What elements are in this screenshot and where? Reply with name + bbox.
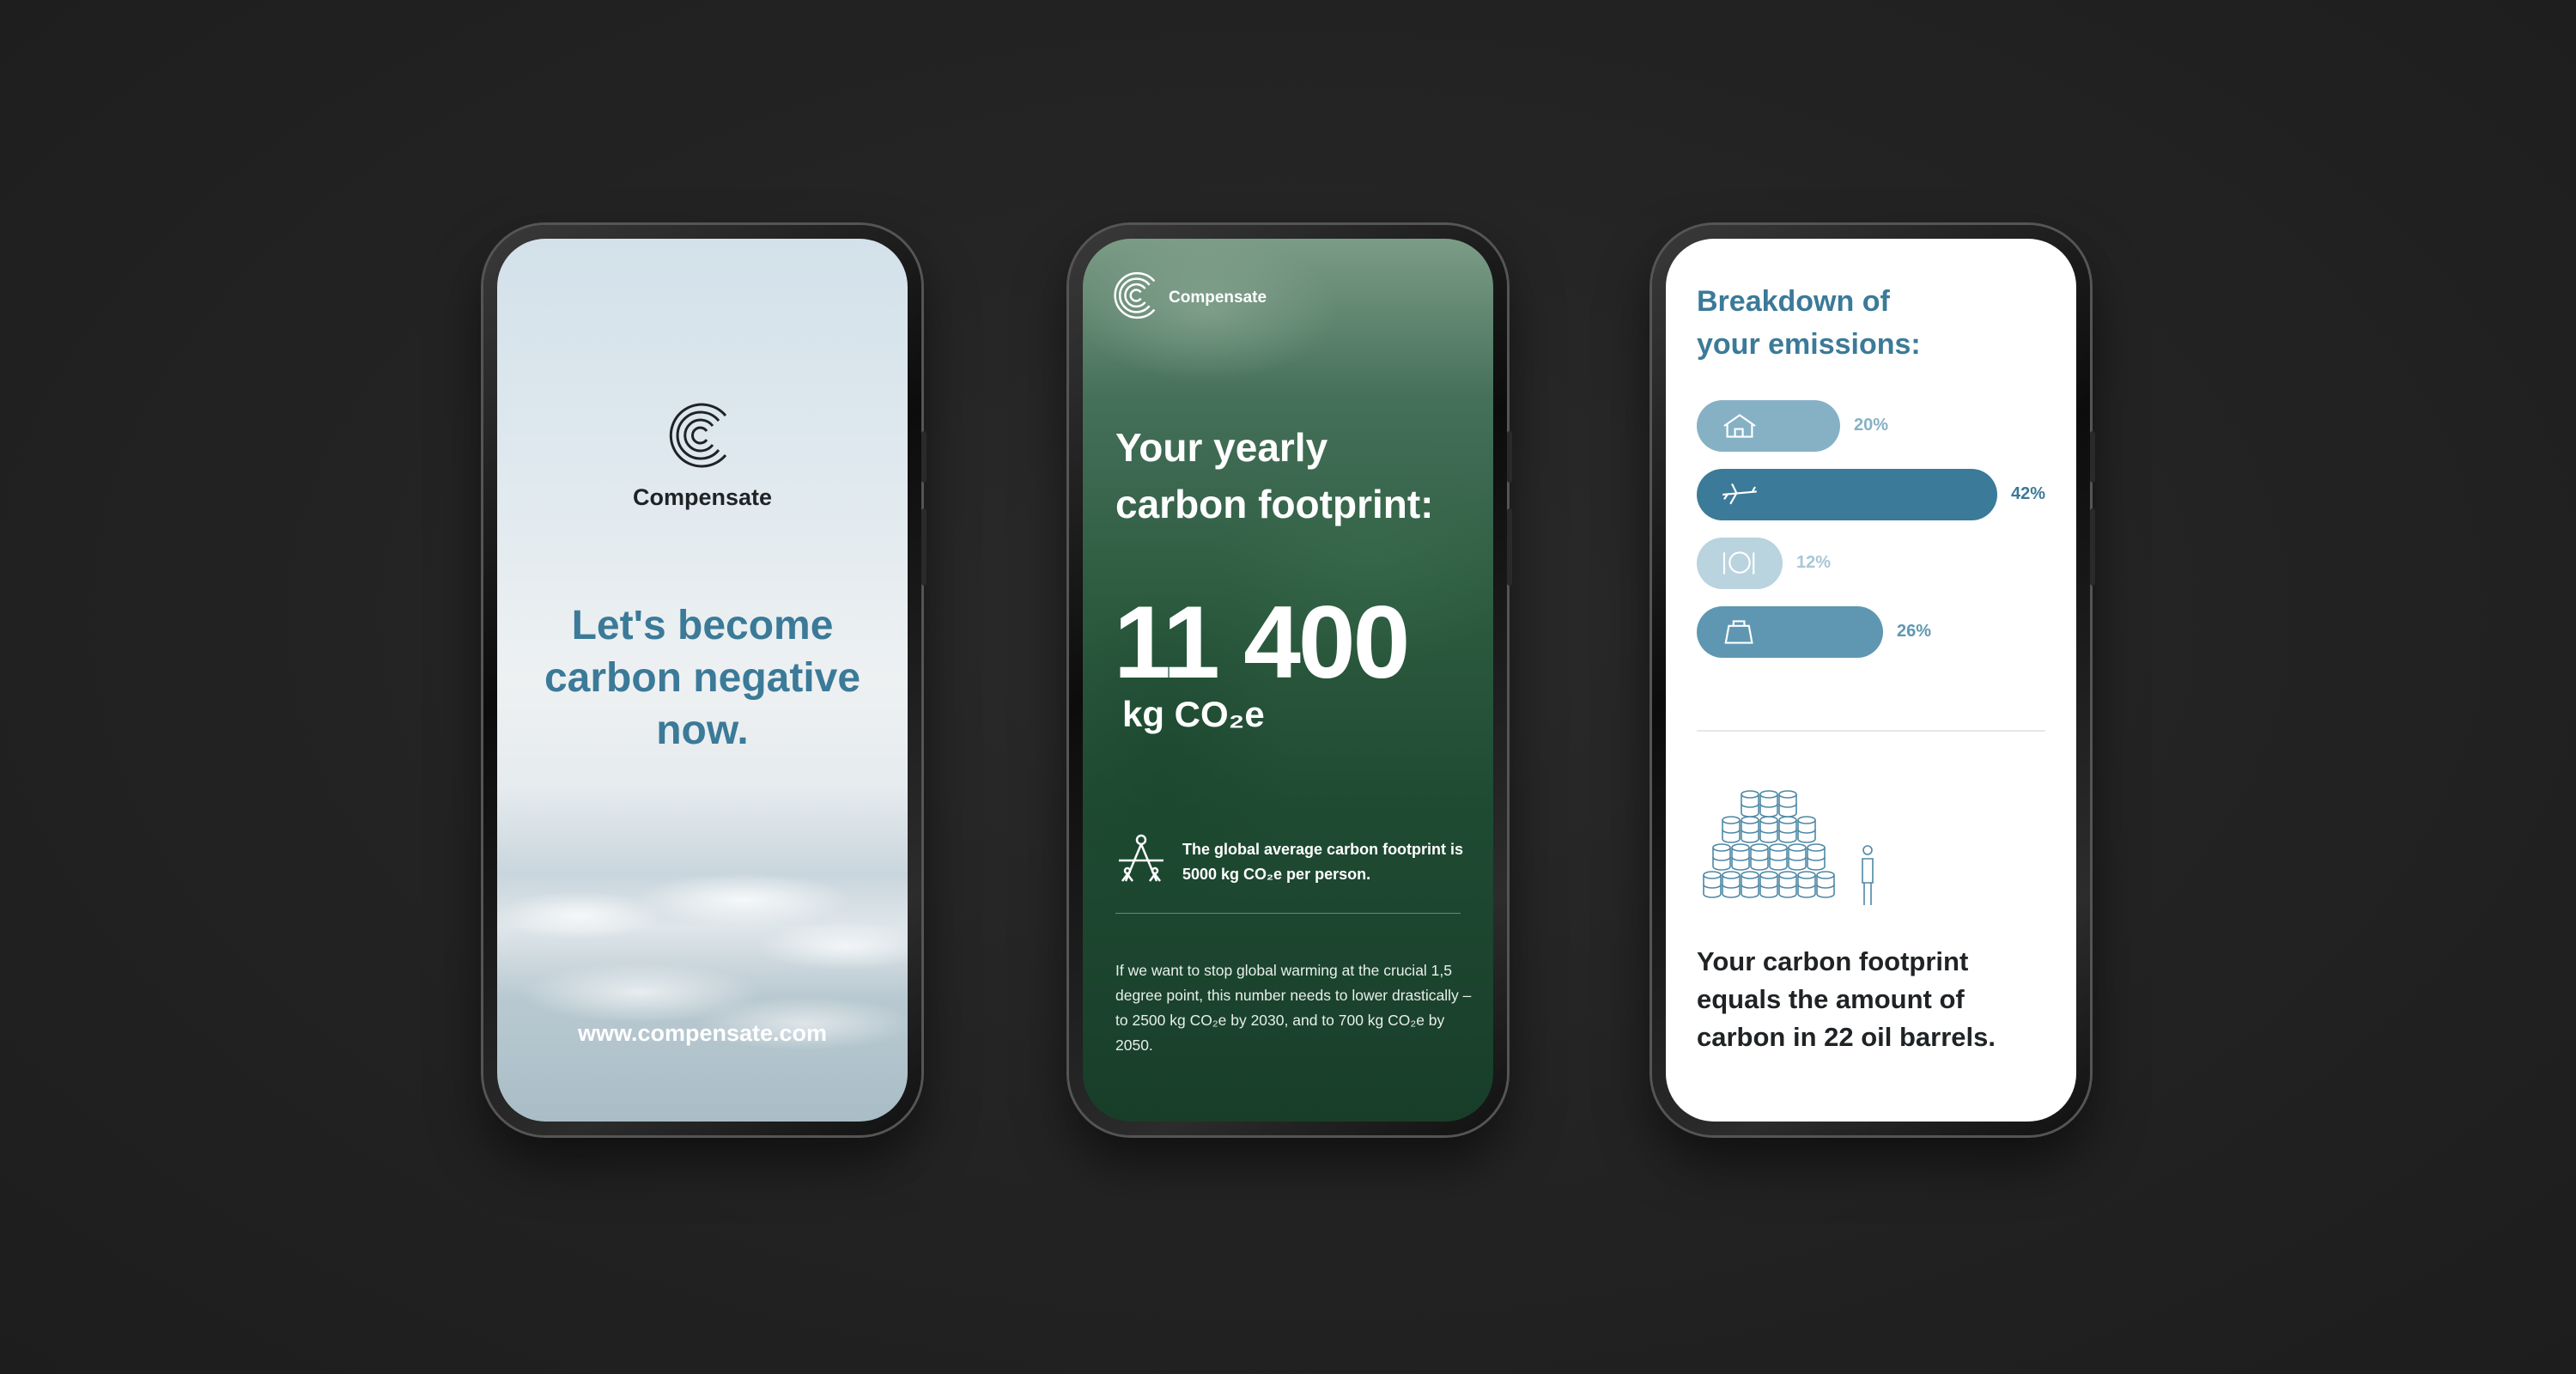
person-icon: [1862, 845, 1874, 905]
phone-mockup-welcome: Compensate Let's become carbon negative …: [483, 225, 927, 1135]
emission-percent-label: 20%: [1854, 416, 1889, 435]
oil-barrels-icon: [1703, 790, 1874, 905]
emission-percent-label: 26%: [1897, 622, 1932, 641]
emission-bar-row: 12%: [1697, 538, 2075, 589]
emission-bar: [1697, 538, 1783, 589]
emission-bar: [1697, 400, 1840, 452]
side-button: [2090, 431, 2095, 483]
divider: [1697, 730, 2045, 732]
side-button: [2090, 508, 2095, 586]
footprint-amount: 11 400: [1114, 585, 1410, 700]
side-button: [1507, 431, 1512, 483]
breakdown-title-line: Breakdown of: [1697, 285, 1890, 318]
emission-bar-row: 20%: [1697, 400, 2075, 452]
headline: Let's become carbon negative now.: [544, 603, 861, 753]
emission-percent-label: 42%: [2011, 484, 2046, 503]
compass-people-icon: [1119, 834, 1163, 882]
emission-bar-row: 42%: [1697, 469, 2075, 520]
breakdown-title: Breakdown of your emissions:: [1697, 280, 1921, 366]
airplane-icon: [1722, 483, 1757, 505]
footprint-screen: Compensate Your yearly carbon footprint:…: [1083, 239, 1493, 1122]
emission-bar: [1697, 469, 1997, 520]
barrels-summary: Your carbon footprint equals the amount …: [1697, 946, 1996, 1052]
website-link[interactable]: www.compensate.com: [497, 1020, 908, 1047]
emission-bar-row: 26%: [1697, 606, 2075, 658]
footprint-title-line: Your yearly: [1115, 425, 1328, 470]
compensate-logo-icon: [669, 403, 727, 468]
house-icon: [1723, 414, 1756, 438]
welcome-screen: Compensate Let's become carbon negative …: [497, 239, 908, 1122]
footprint-title-line: carbon footprint:: [1115, 482, 1434, 526]
cloud-background: [497, 823, 908, 1122]
plate-icon: [1722, 551, 1755, 575]
footprint-unit: kg CO₂e: [1122, 694, 1265, 734]
body-text: If we want to stop global warming at the…: [1115, 962, 1472, 1054]
global-average-note: The global average carbon footprint is 5…: [1182, 841, 1464, 883]
phone-mockup-breakdown: Breakdown of your emissions: 20% 42% 12% 26…: [1652, 225, 2095, 1135]
emission-bar: [1697, 606, 1883, 658]
brand-name: Compensate: [1169, 289, 1267, 307]
shopping-bag-icon: [1724, 620, 1753, 644]
breakdown-title-line: your emissions:: [1697, 328, 1921, 361]
brand-name: Compensate: [632, 484, 773, 510]
divider: [1115, 913, 1461, 914]
breakdown-screen: Breakdown of your emissions: 20% 42% 12% 26…: [1666, 239, 2076, 1122]
side-button: [1507, 508, 1512, 586]
footprint-title: Your yearly carbon footprint:: [1115, 419, 1434, 532]
compensate-logo-icon: [1114, 271, 1156, 319]
phone-mockup-footprint: Compensate Your yearly carbon footprint:…: [1069, 225, 1512, 1135]
emission-percent-label: 12%: [1796, 553, 1832, 572]
side-button: [921, 508, 927, 586]
side-button: [921, 431, 927, 483]
